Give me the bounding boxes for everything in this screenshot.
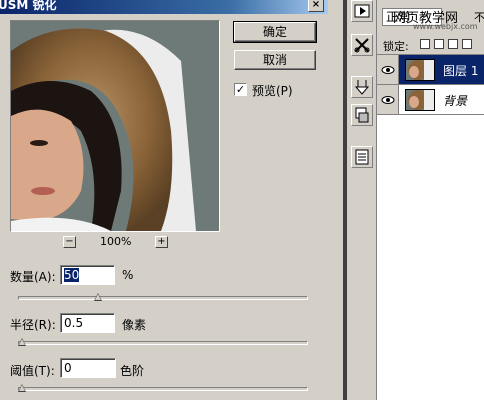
radius-slider-track[interactable] [18, 341, 308, 345]
brush-preset-icon[interactable] [351, 104, 373, 126]
document-icon[interactable] [351, 146, 373, 168]
threshold-input[interactable]: 0 [60, 358, 116, 378]
usm-sharpen-dialog: USM 锐化 × 确定 取消 ✓ 预览(P) − 100% + 数量(A): 5… [0, 0, 328, 400]
preview-checkbox-label[interactable]: 预览(P) [252, 82, 293, 99]
amount-input[interactable]: 50 [60, 265, 115, 285]
dialog-titlebar[interactable]: USM 锐化 × [0, 0, 328, 14]
layer-name: 背景 [443, 94, 468, 108]
radius-label: 半径(R): [10, 318, 56, 332]
radius-input[interactable]: 0.5 [60, 313, 115, 333]
layer-list: 图层 1 背景 [377, 54, 484, 400]
opacity-label: 不 [474, 11, 484, 24]
panel-tool-strip [347, 0, 377, 400]
threshold-unit: 色阶 [120, 364, 145, 378]
amount-value: 50 [64, 268, 80, 282]
lock-pixels-icon[interactable] [434, 39, 444, 49]
ok-button[interactable]: 确定 [233, 21, 317, 43]
watermark-url: www.webjx.com [413, 22, 478, 31]
amount-slider-track[interactable] [18, 296, 308, 300]
close-button[interactable]: × [308, 0, 324, 12]
radius-slider-thumb[interactable] [18, 338, 27, 347]
zoom-in-button[interactable]: + [155, 236, 168, 248]
scissors-icon[interactable] [351, 34, 373, 56]
lock-all-icon[interactable] [462, 39, 472, 49]
zoom-level: 100% [100, 235, 132, 248]
lock-label: 锁定: [383, 40, 409, 53]
lock-position-icon[interactable] [448, 39, 458, 49]
dialog-title: USM 锐化 [0, 0, 57, 12]
layer-row-background[interactable]: 背景 [377, 85, 484, 115]
threshold-label: 阈值(T): [10, 364, 55, 378]
amount-slider-thumb[interactable] [93, 293, 103, 302]
layers-panel: 正常 网页教学网 www.webjx.com 不 锁定: 图层 1 背景 [377, 0, 484, 400]
amount-unit: % [122, 268, 134, 282]
threshold-slider-track[interactable] [18, 387, 308, 391]
layer1-thumbnail [405, 59, 435, 81]
lock-transparency-icon[interactable] [420, 39, 430, 49]
play-icon[interactable] [351, 0, 373, 22]
layer-name: 图层 1 [443, 64, 479, 78]
layer-row-layer1[interactable]: 图层 1 [377, 55, 484, 85]
wand-icon[interactable] [351, 76, 373, 98]
radius-unit: 像素 [122, 318, 147, 332]
workspace-gap [328, 0, 343, 400]
background-thumbnail [405, 89, 435, 111]
preview-image[interactable] [10, 20, 220, 232]
zoom-out-button[interactable]: − [63, 236, 76, 248]
preview-photo [11, 21, 219, 231]
amount-label: 数量(A): [10, 270, 56, 284]
eye-icon[interactable] [377, 55, 399, 84]
eye-icon[interactable] [377, 85, 399, 114]
cancel-button[interactable]: 取消 [234, 50, 316, 70]
preview-checkbox[interactable]: ✓ [234, 83, 247, 96]
threshold-slider-thumb[interactable] [18, 384, 27, 393]
